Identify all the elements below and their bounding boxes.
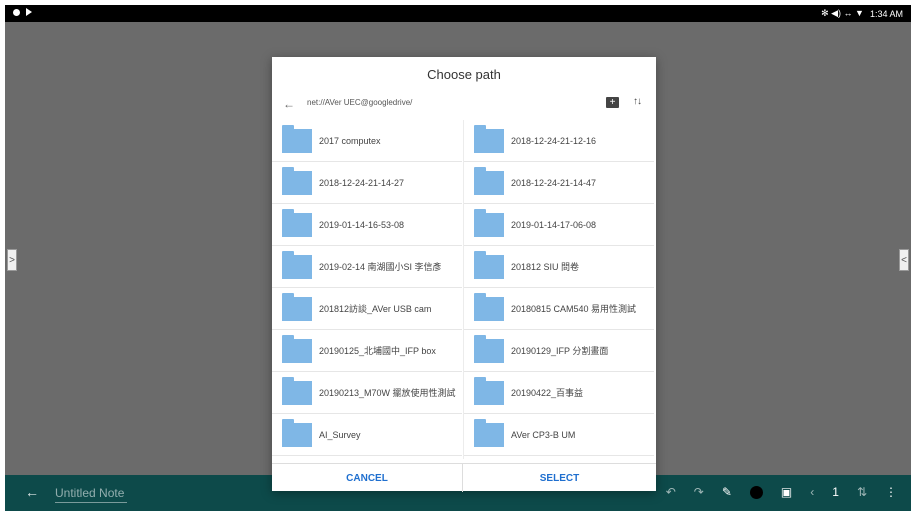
folder-icon [282, 418, 312, 447]
notification-dot-icon [13, 8, 20, 16]
folder-item[interactable]: 20190129_IFP 分割畫面 [464, 330, 654, 372]
folder-label: 2018-12-24-21-14-47 [511, 177, 597, 188]
path-row: ← net://AVer UEC@googledrive/ + ↑↓ [272, 95, 656, 113]
folder-icon [282, 292, 312, 321]
folder-label: 2018-12-24-21-14-27 [319, 177, 405, 188]
folder-item[interactable]: 2017 computex [272, 120, 462, 162]
sort-icon[interactable]: ↑↓ [633, 96, 642, 107]
status-bar: ✻ ◀) ↔ ▼ 1:34 AM [5, 5, 911, 22]
folder-icon [282, 124, 312, 153]
status-icons: ✻ ◀) ↔ ▼ [821, 8, 864, 18]
undo-icon[interactable]: ↶ [666, 485, 676, 499]
folder-item[interactable]: 20180815 CAM540 易用性測試 [464, 288, 654, 330]
play-icon [26, 8, 32, 16]
folder-item[interactable]: 201812訪談_AVer USB cam [272, 288, 462, 330]
folder-label: 2018-12-24-21-12-16 [511, 135, 597, 146]
folder-label: 2019-01-14-16-53-08 [319, 219, 405, 230]
previous-page-icon[interactable]: ‹ [810, 485, 814, 499]
folder-item[interactable]: 201812 SIU 問卷 [464, 246, 654, 288]
folder-item[interactable]: 20190213_M70W 擺放使用性測試 [272, 372, 462, 414]
right-drawer-tab[interactable]: < [899, 249, 909, 271]
folder-icon [282, 250, 312, 279]
pen-color-icon[interactable] [749, 485, 763, 499]
folder-icon [282, 334, 312, 363]
folder-icon [474, 124, 504, 153]
folder-label: 20190129_IFP 分割畫面 [511, 346, 609, 356]
folder-label: AI_Survey [319, 429, 361, 440]
left-drawer-tab[interactable]: > [7, 249, 17, 271]
folder-label: 20190422_百事益 [511, 388, 584, 398]
page-number: 1 [832, 485, 839, 499]
folder-label: 201812 SIU 問卷 [511, 262, 580, 272]
folder-item[interactable]: 20190125_北埔國中_IFP box [272, 330, 462, 372]
folder-label: 20190213_M70W 擺放使用性測試 [319, 388, 456, 398]
pen-icon[interactable]: ✎ [722, 485, 732, 499]
path-back-icon[interactable]: ← [283, 97, 295, 111]
note-title[interactable]: Untitled Note [55, 486, 127, 503]
folder-item[interactable]: AVer CP3-B UM [464, 414, 654, 456]
folder-icon [474, 166, 504, 195]
status-time: 1:34 AM [869, 8, 903, 19]
folder-item[interactable]: 2019-01-14-17-06-08 [464, 204, 654, 246]
choose-path-dialog: Choose path ← net://AVer UEC@googledrive… [272, 57, 656, 492]
select-button[interactable]: SELECT [464, 464, 655, 492]
folder-icon [474, 418, 504, 447]
folder-label: 20190125_北埔國中_IFP box [319, 346, 436, 356]
folder-grid: 2017 computex 2018-12-24-21-12-16 2018-12-… [272, 120, 656, 459]
folder-icon [474, 376, 504, 405]
folder-item[interactable]: 2019-02-14 南湖國小SI 李信彥 [272, 246, 462, 288]
back-arrow-icon[interactable]: ← [25, 484, 39, 500]
folder-label: AVer CP3-B UM [511, 429, 576, 440]
folder-icon [474, 208, 504, 237]
folder-icon [282, 208, 312, 237]
folder-icon [474, 334, 504, 363]
screen: ✻ ◀) ↔ ▼ 1:34 AM > < ← Untitled Note ↶ ↷… [5, 5, 911, 511]
folder-item[interactable]: 2019-01-14-16-53-08 [272, 204, 462, 246]
folder-icon [474, 250, 504, 279]
cancel-button[interactable]: CANCEL [272, 464, 463, 492]
folder-icon [474, 292, 504, 321]
folder-icon [282, 166, 312, 195]
redo-icon[interactable]: ↷ [694, 485, 704, 499]
folder-label: 2019-01-14-17-06-08 [511, 219, 597, 230]
more-icon[interactable]: ⋮ [885, 485, 897, 499]
folder-item[interactable]: 2018-12-24-21-12-16 [464, 120, 654, 162]
folder-item[interactable]: 2018-12-24-21-14-47 [464, 162, 654, 204]
dialog-actions: CANCEL SELECT [272, 463, 656, 492]
dialog-title: Choose path [427, 67, 501, 82]
folder-item[interactable]: 2018-12-24-21-14-27 [272, 162, 462, 204]
folder-item[interactable]: 20190422_百事益 [464, 372, 654, 414]
folder-icon [282, 376, 312, 405]
new-folder-icon[interactable]: + [606, 97, 619, 108]
folder-label: 201812訪談_AVer USB cam [319, 304, 432, 314]
current-path: net://AVer UEC@googledrive/ [307, 98, 413, 107]
folder-item[interactable]: AI_Survey [272, 414, 462, 456]
image-icon[interactable]: ▣ [781, 485, 792, 499]
folder-label: 2017 computex [319, 135, 381, 146]
page-list-icon[interactable]: ⇅ [857, 485, 867, 499]
folder-label: 2019-02-14 南湖國小SI 李信彥 [319, 262, 442, 272]
folder-label: 20180815 CAM540 易用性測試 [511, 304, 637, 314]
